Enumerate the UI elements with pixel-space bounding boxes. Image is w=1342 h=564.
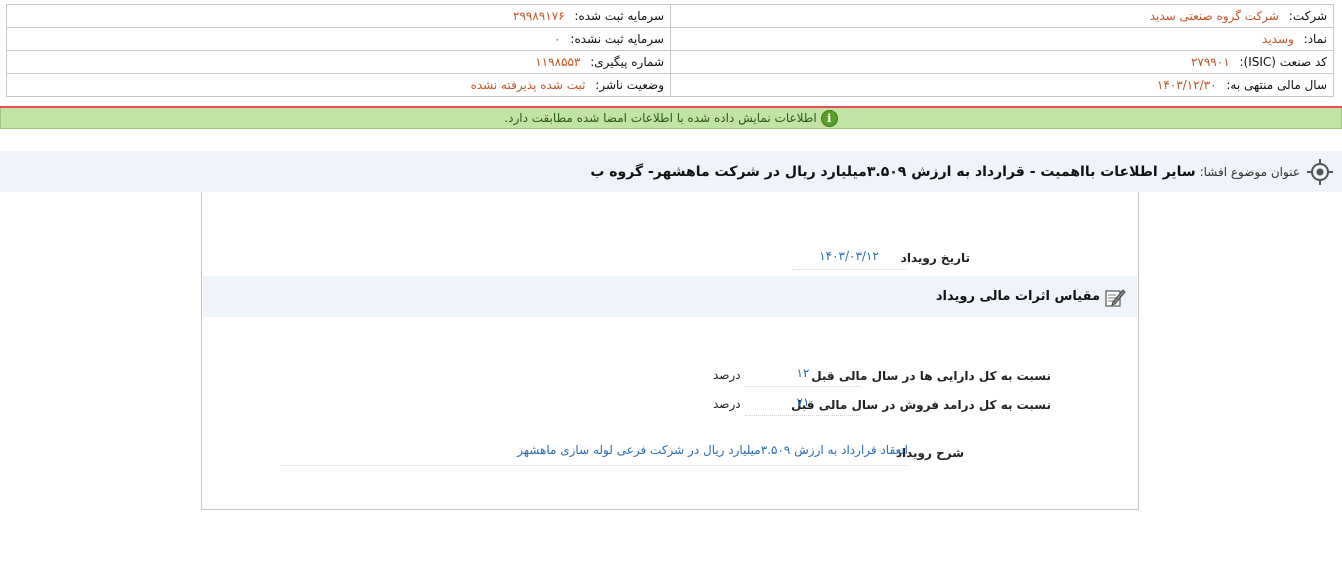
company-info-table: شرکت: شرکت گروه صنعتی سدید سرمایه ثبت شد… <box>6 4 1334 97</box>
unregistered-capital-label: سرمایه ثبت نشده: <box>570 32 664 46</box>
info-row: شرکت: شرکت گروه صنعتی سدید سرمایه ثبت شد… <box>6 4 1334 28</box>
publisher-status-cell: وضعیت ناشر: ثبت شده پذیرفته نشده <box>6 73 671 97</box>
company-label: شرکت: <box>1288 9 1327 23</box>
fiscal-year-label: سال مالی منتهی به: <box>1226 78 1327 92</box>
symbol-value: وسدید <box>1262 32 1294 46</box>
edit-icon <box>1105 288 1126 307</box>
info-icon: i <box>820 109 838 127</box>
registered-capital-value: ۲۹۹۸۹۱۷۶ <box>513 9 565 23</box>
company-cell: شرکت: شرکت گروه صنعتی سدید <box>670 4 1334 28</box>
fiscal-year-cell: سال مالی منتهی به: ۱۴۰۳/۱۲/۳۰ <box>670 73 1334 97</box>
subject-header: عنوان موضوع افشا: سایر اطلاعات بااهمیت -… <box>0 151 1342 192</box>
unregistered-capital-value: ۰ <box>554 32 561 46</box>
fiscal-year-value: ۱۴۰۳/۱۲/۳۰ <box>1156 78 1217 92</box>
sales-ratio-value: ۷۱ <box>745 395 861 416</box>
tracking-cell: شماره پیگیری: ۱۱۹۸۵۵۳ <box>6 50 671 74</box>
event-description-value: انعقاد قرارداد به ارزش ۳.۵۰۹میلیارد ریال… <box>281 443 908 466</box>
info-row: سال مالی منتهی به: ۱۴۰۳/۱۲/۳۰ وضعیت ناشر… <box>6 73 1334 97</box>
registered-capital-cell: سرمایه ثبت شده: ۲۹۹۸۹۱۷۶ <box>6 4 671 28</box>
sales-ratio-unit: درصد <box>713 397 741 411</box>
symbol-cell: نماد: وسدید <box>670 27 1334 51</box>
subject-title: سایر اطلاعات بااهمیت - قرارداد به ارزش ۳… <box>590 163 1196 180</box>
target-icon <box>1307 158 1333 185</box>
info-row: کد صنعت (ISIC): ۲۷۹۹۰۱ شماره پیگیری: ۱۱۹… <box>6 50 1334 74</box>
event-date-label: تاریخ رویداد <box>900 251 970 265</box>
unregistered-capital-cell: سرمایه ثبت نشده: ۰ <box>6 27 671 51</box>
isic-cell: کد صنعت (ISIC): ۲۷۹۹۰۱ <box>670 50 1334 74</box>
info-row: نماد: وسدید سرمایه ثبت نشده: ۰ <box>6 27 1334 51</box>
event-date-value: ۱۴۰۳/۰۳/۱۲ <box>792 249 906 270</box>
symbol-label: نماد: <box>1303 32 1327 46</box>
verification-notice-text: اطلاعات نمایش داده شده با اطلاعات امضا ش… <box>504 111 817 125</box>
publisher-status-label: وضعیت ناشر: <box>595 78 664 92</box>
asset-ratio-unit: درصد <box>713 368 741 382</box>
isic-label: کد صنعت (ISIC): <box>1239 55 1327 69</box>
subject-label: عنوان موضوع افشا: <box>1199 164 1300 179</box>
verification-notice: i اطلاعات نمایش داده شده با اطلاعات امضا… <box>0 108 1342 129</box>
financial-section-title: مقیاس اثرات مالی رویداد <box>935 289 1100 304</box>
publisher-status-value: ثبت شده پذیرفته نشده <box>470 78 586 92</box>
registered-capital-label: سرمایه ثبت شده: <box>574 9 664 23</box>
tracking-label: شماره پیگیری: <box>590 55 664 69</box>
isic-value: ۲۷۹۹۰۱ <box>1190 55 1230 69</box>
tracking-value: ۱۱۹۸۵۵۳ <box>535 55 581 69</box>
asset-ratio-value: ۱۲ <box>745 366 861 387</box>
company-value: شرکت گروه صنعتی سدید <box>1149 9 1279 23</box>
financial-section-header: مقیاس اثرات مالی رویداد <box>203 276 1137 317</box>
